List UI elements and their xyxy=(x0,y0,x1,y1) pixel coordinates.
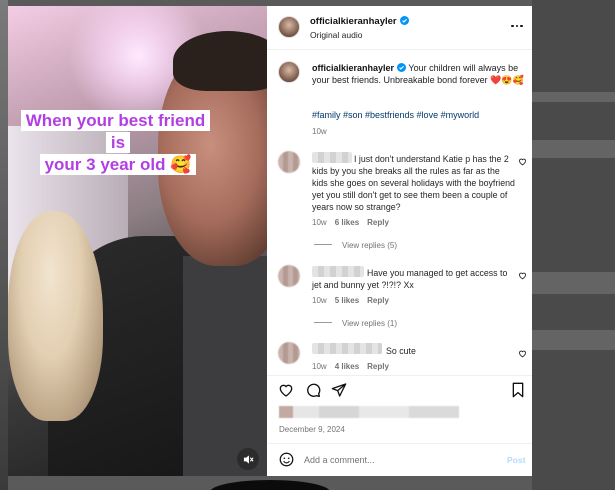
comment-meta: 10w 4 likes Reply xyxy=(312,362,389,371)
header-username[interactable]: officialkieranhayler xyxy=(310,16,409,27)
liked-by-redacted xyxy=(279,406,459,418)
more-options-icon xyxy=(511,24,514,28)
bookmark-icon[interactable] xyxy=(510,382,526,398)
view-replies-button[interactable]: View replies (5) xyxy=(314,241,397,250)
caption-username[interactable]: officialkieranhayler xyxy=(312,63,394,73)
mute-button[interactable] xyxy=(237,448,259,470)
caption-author-avatar[interactable] xyxy=(278,61,300,83)
original-audio-link[interactable]: Original audio xyxy=(310,30,362,40)
comment-likes[interactable]: 6 likes xyxy=(335,218,359,227)
actions-divider xyxy=(267,375,532,376)
header-username-text[interactable]: officialkieranhayler xyxy=(310,16,397,27)
video-caption-line1: When your best friend is xyxy=(20,110,211,153)
post-caption: officialkieranhayler Your children will … xyxy=(312,62,527,86)
video-caption-line2: your 3 year old 🥰 xyxy=(39,154,197,175)
video-caption-overlay: When your best friend is your 3 year old… xyxy=(14,110,222,176)
more-options-button[interactable] xyxy=(510,20,524,32)
comment-icon[interactable] xyxy=(305,382,321,398)
caption-age: 10w xyxy=(312,127,327,136)
comment-like-icon[interactable] xyxy=(518,157,527,166)
comment-avatar[interactable] xyxy=(278,151,300,173)
verified-badge-icon xyxy=(399,16,409,25)
view-replies-label[interactable]: View replies (5) xyxy=(342,241,397,250)
comment-reply-button[interactable]: Reply xyxy=(367,362,389,371)
video-child xyxy=(8,211,103,421)
comment-age: 10w xyxy=(312,362,327,371)
comment-text: So cute xyxy=(386,346,416,356)
caption-hashtags[interactable]: #family #son #bestfriends #love #myworld xyxy=(312,110,527,120)
comment-text: Have you managed to get access to jet an… xyxy=(312,268,508,290)
author-avatar[interactable] xyxy=(278,16,300,38)
page-background-right xyxy=(532,0,615,490)
comment-age: 10w xyxy=(312,296,327,305)
post-header: officialkieranhayler Original audio xyxy=(267,6,532,50)
view-replies-label[interactable]: View replies (1) xyxy=(342,319,397,328)
mute-icon xyxy=(243,454,254,464)
comment-input-divider xyxy=(267,443,532,444)
comment-reply-button[interactable]: Reply xyxy=(367,296,389,305)
emoji-icon[interactable] xyxy=(279,452,294,467)
comment-meta: 10w 5 likes Reply xyxy=(312,296,389,305)
verified-badge-icon xyxy=(397,63,407,72)
view-replies-button[interactable]: View replies (1) xyxy=(314,319,397,328)
post-date: December 9, 2024 xyxy=(279,425,345,434)
share-icon[interactable] xyxy=(331,382,347,398)
comment-username-redacted xyxy=(312,343,382,354)
comment-avatar[interactable] xyxy=(278,342,300,364)
background-shape xyxy=(210,480,330,490)
comment-avatar[interactable] xyxy=(278,265,300,287)
video-person-shirt xyxy=(183,256,267,476)
heart-icon[interactable] xyxy=(278,382,294,398)
post-panel: officialkieranhayler Original audio offi… xyxy=(267,6,532,476)
page-background-left xyxy=(0,0,8,490)
comment-age: 10w xyxy=(312,218,327,227)
comment-like-icon[interactable] xyxy=(518,349,527,358)
video-person-hair xyxy=(173,31,267,91)
comment-likes[interactable]: 5 likes xyxy=(335,296,359,305)
comment-like-icon[interactable] xyxy=(518,271,527,280)
comment-reply-button[interactable]: Reply xyxy=(367,218,389,227)
comment-text: I just don't understand Katie p has the … xyxy=(312,154,515,212)
comment-meta: 10w 6 likes Reply xyxy=(312,218,389,227)
post-comment-button[interactable]: Post xyxy=(507,455,525,465)
comment-likes[interactable]: 4 likes xyxy=(335,362,359,371)
add-comment-input[interactable]: Add a comment... xyxy=(304,455,375,465)
post-video[interactable]: When your best friend is your 3 year old… xyxy=(8,6,267,476)
